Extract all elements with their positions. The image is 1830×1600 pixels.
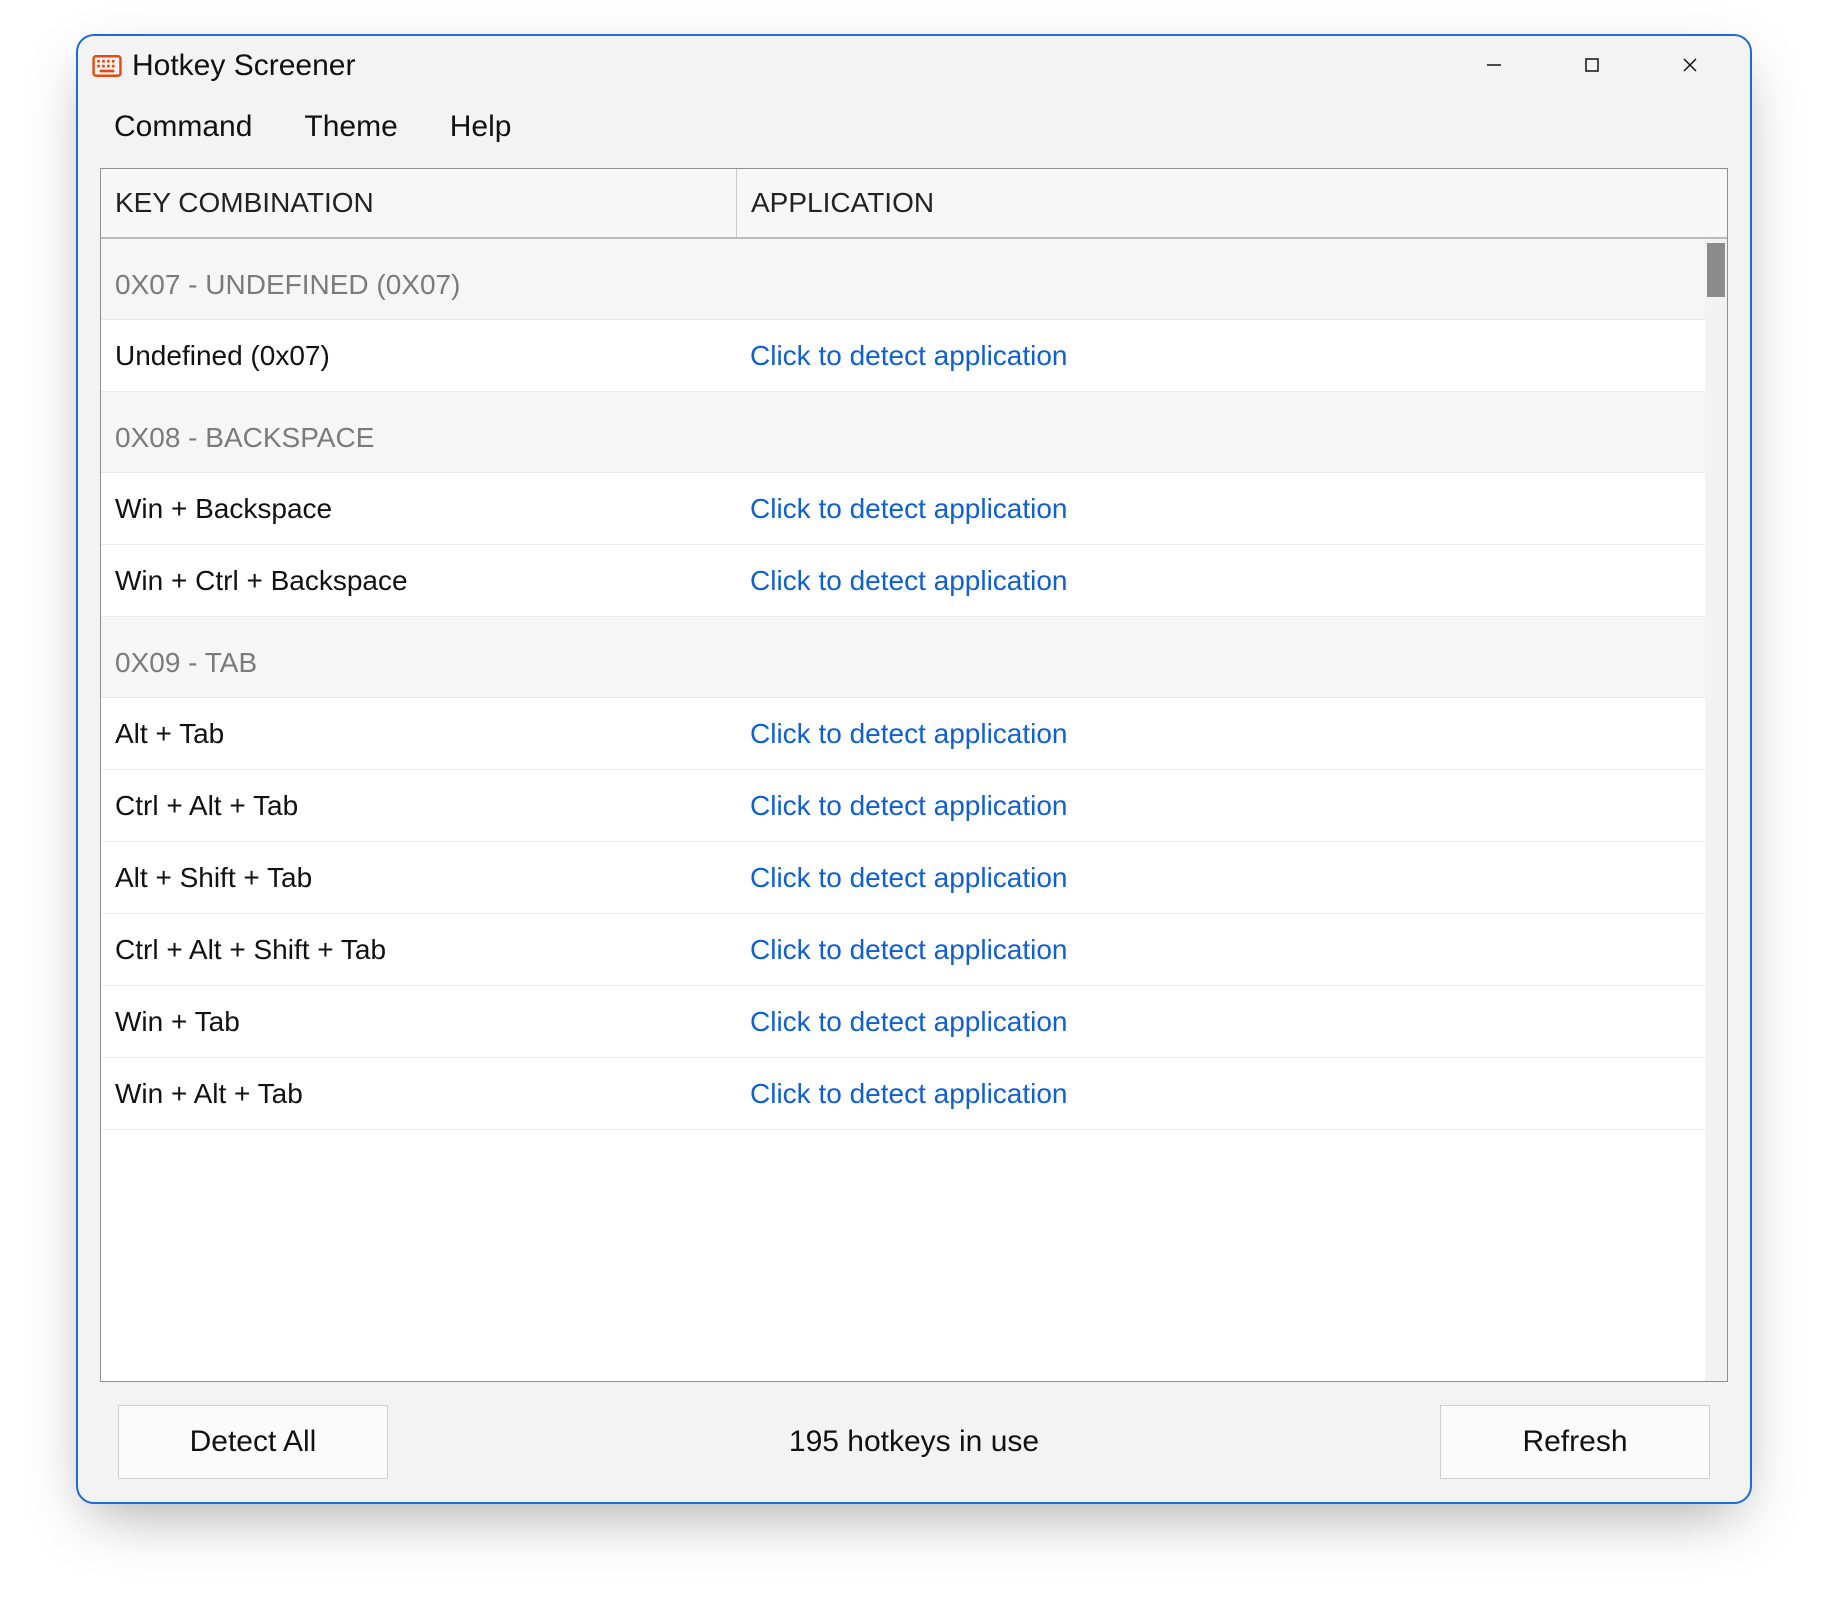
key-combination-cell: Undefined (0x07)	[101, 340, 736, 372]
column-header-application[interactable]: APPLICATION	[736, 169, 1727, 237]
detect-application-link[interactable]: Click to detect application	[736, 493, 1705, 525]
key-combination-cell: Ctrl + Alt + Shift + Tab	[101, 934, 736, 966]
table-row: Alt + Shift + TabClick to detect applica…	[101, 842, 1705, 914]
table-body: 0X07 - UNDEFINED (0X07)Undefined (0x07)C…	[101, 239, 1727, 1381]
table-header-row: KEY COMBINATION APPLICATION	[101, 169, 1727, 239]
detect-application-link[interactable]: Click to detect application	[736, 340, 1705, 372]
table-row: Win + BackspaceClick to detect applicati…	[101, 473, 1705, 545]
maximize-icon	[1583, 56, 1601, 77]
status-text: 195 hotkeys in use	[789, 1425, 1039, 1459]
window-controls	[1446, 40, 1738, 92]
minimize-icon	[1484, 55, 1504, 78]
key-combination-cell: Win + Alt + Tab	[101, 1078, 736, 1110]
menu-theme[interactable]: Theme	[298, 106, 403, 148]
app-title: Hotkey Screener	[132, 49, 355, 83]
key-combination-cell: Alt + Shift + Tab	[101, 862, 736, 894]
detect-application-link[interactable]: Click to detect application	[736, 1006, 1705, 1038]
table-row: Ctrl + Alt + Shift + TabClick to detect …	[101, 914, 1705, 986]
key-combination-cell: Win + Backspace	[101, 493, 736, 525]
key-combination-cell: Win + Tab	[101, 1006, 736, 1038]
bottom-bar: Detect All 195 hotkeys in use Refresh	[78, 1382, 1750, 1502]
detect-application-link[interactable]: Click to detect application	[736, 862, 1705, 894]
maximize-button[interactable]	[1544, 40, 1640, 92]
detect-application-link[interactable]: Click to detect application	[736, 790, 1705, 822]
table-row: Win + Ctrl + BackspaceClick to detect ap…	[101, 545, 1705, 617]
title-bar: Hotkey Screener	[78, 36, 1750, 96]
key-combination-cell: Ctrl + Alt + Tab	[101, 790, 736, 822]
menu-command[interactable]: Command	[108, 106, 258, 148]
hotkey-table: KEY COMBINATION APPLICATION 0X07 - UNDEF…	[100, 168, 1728, 1382]
table-row: Win + Alt + TabClick to detect applicati…	[101, 1058, 1705, 1130]
detect-application-link[interactable]: Click to detect application	[736, 718, 1705, 750]
group-header: 0X09 - TAB	[101, 617, 1705, 698]
detect-application-link[interactable]: Click to detect application	[736, 1078, 1705, 1110]
table-row: Win + TabClick to detect application	[101, 986, 1705, 1058]
group-header: 0X08 - BACKSPACE	[101, 392, 1705, 473]
close-button[interactable]	[1642, 40, 1738, 92]
app-window: Hotkey Screener	[76, 34, 1752, 1504]
menu-help[interactable]: Help	[444, 106, 518, 148]
close-icon	[1680, 55, 1700, 78]
scrollbar-thumb[interactable]	[1707, 243, 1725, 297]
table-row: Ctrl + Alt + TabClick to detect applicat…	[101, 770, 1705, 842]
detect-application-link[interactable]: Click to detect application	[736, 565, 1705, 597]
detect-application-link[interactable]: Click to detect application	[736, 934, 1705, 966]
minimize-button[interactable]	[1446, 40, 1542, 92]
column-header-key[interactable]: KEY COMBINATION	[101, 169, 736, 237]
group-header: 0X07 - UNDEFINED (0X07)	[101, 239, 1705, 320]
key-combination-cell: Win + Ctrl + Backspace	[101, 565, 736, 597]
keyboard-icon	[92, 51, 122, 81]
detect-all-button[interactable]: Detect All	[118, 1405, 388, 1479]
refresh-button[interactable]: Refresh	[1440, 1405, 1710, 1479]
table-row: Undefined (0x07)Click to detect applicat…	[101, 320, 1705, 392]
table-row: Alt + TabClick to detect application	[101, 698, 1705, 770]
scrollbar-track[interactable]	[1705, 239, 1727, 1381]
menu-bar: Command Theme Help	[78, 96, 1750, 168]
key-combination-cell: Alt + Tab	[101, 718, 736, 750]
